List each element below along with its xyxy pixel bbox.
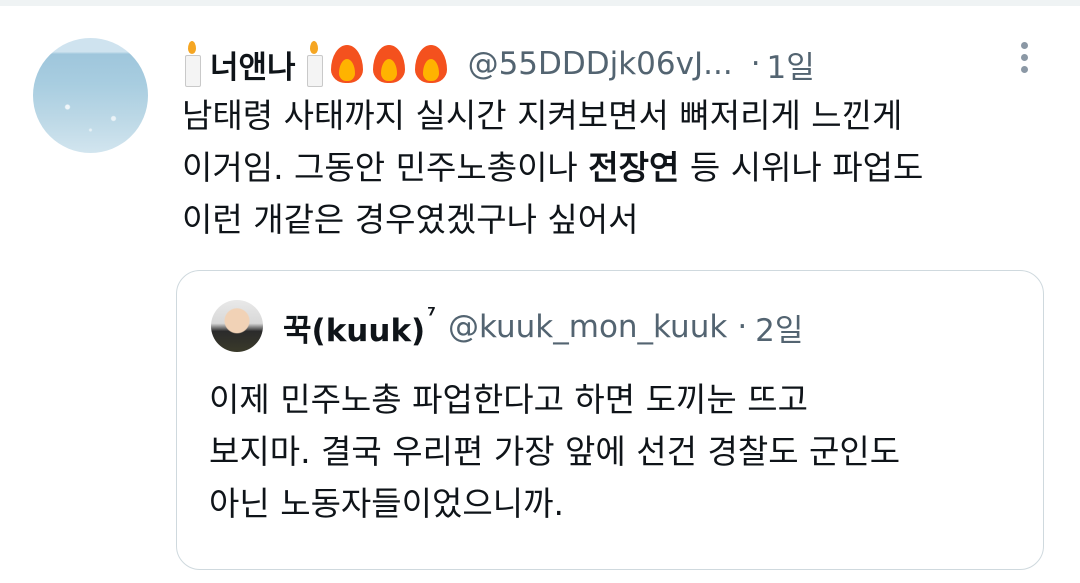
top-divider — [0, 0, 1080, 6]
candle-icon — [304, 41, 324, 87]
tweet-text-segment: 이거임. 그동안 민주노총이나 — [182, 148, 589, 187]
tweet-text-line: 남태령 사태까지 실시간 지켜보면서 뼈저리게 느낀게 — [182, 96, 903, 135]
tweet-timestamp[interactable]: 1일 — [767, 42, 815, 87]
quoted-text-line: 아닌 노동자들이었으니까. — [209, 484, 564, 523]
tweet-header: 너앤나 @55DDDjk06vJ... · 1일 — [182, 38, 815, 90]
author-display-name[interactable]: 너앤나 — [210, 42, 296, 87]
tweet-text-segment: 등 시위나 파업도 — [679, 148, 924, 187]
more-options-icon[interactable] — [1017, 42, 1031, 80]
fire-icon — [328, 43, 366, 85]
fire-icon — [412, 43, 450, 85]
quoted-author-handle: @kuuk_mon_kuuk — [448, 309, 728, 345]
quoted-author-display-name: 꾹(kuuk) — [283, 312, 426, 349]
tweet-text-line: 이런 개같은 경우였겠구나 싶어서 — [182, 200, 639, 239]
quoted-text-line: 보지마. 결국 우리편 가장 앞에 선건 경찰도 군인도 — [209, 432, 901, 471]
quoted-text-line: 이제 민주노총 파업한다고 하면 도끼눈 뜨고 — [209, 380, 808, 419]
quoted-author-superscript: ⁷ — [427, 303, 436, 327]
fire-icon — [370, 43, 408, 85]
quoted-tweet-card[interactable]: 꾹(kuuk) ⁷ @kuuk_mon_kuuk · 2일 이제 민주노총 파업… — [176, 270, 1044, 570]
quoted-tweet-timestamp: 2일 — [755, 312, 804, 349]
tweet-body: 남태령 사태까지 실시간 지켜보면서 뼈저리게 느낀게 이거임. 그동안 민주노… — [182, 90, 1052, 246]
tweet-bold-text: 전장연 — [588, 148, 680, 187]
author-avatar[interactable] — [33, 38, 148, 153]
tweet-text-line: 이거임. 그동안 민주노총이나 전장연 등 시위나 파업도 — [182, 142, 1052, 194]
quoted-tweet-header: 꾹(kuuk) ⁷ @kuuk_mon_kuuk · 2일 — [283, 299, 803, 355]
separator-dot: · — [750, 46, 761, 82]
author-handle[interactable]: @55DDDjk06vJ... — [468, 46, 733, 82]
separator-dot: · — [737, 309, 748, 345]
quoted-tweet-body: 이제 민주노총 파업한다고 하면 도끼눈 뜨고 보지마. 결국 우리편 가장 앞… — [209, 374, 1029, 530]
quoted-author-avatar — [211, 300, 263, 352]
candle-icon — [182, 41, 202, 87]
